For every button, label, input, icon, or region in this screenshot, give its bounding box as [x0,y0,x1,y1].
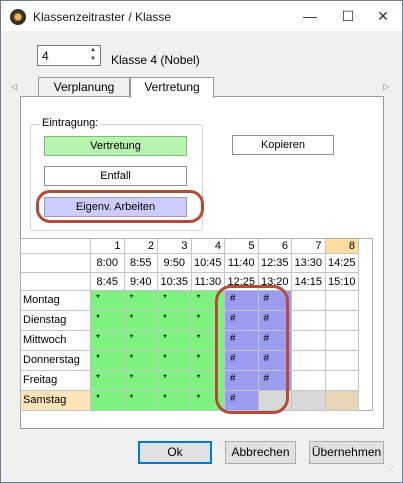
period-end-8[interactable]: 15:10 [325,273,359,291]
spin-up-icon[interactable]: ▲ [86,46,100,55]
timetable-cell[interactable]: * [91,291,125,311]
timetable-cell[interactable]: * [158,311,192,331]
timetable-cell[interactable] [292,351,326,371]
tab-scroll-left-icon[interactable]: ◁ [11,82,17,91]
timetable-cell[interactable]: * [158,391,192,411]
timetable-cell[interactable]: * [91,351,125,371]
title-bar: Klassenzeitraster / Klasse — ☐ ✕ [1,1,402,31]
period-number-7[interactable]: 7 [292,239,326,254]
window-title: Klassenzeitraster / Klasse [33,10,172,24]
timetable-cell[interactable]: * [124,311,158,331]
period-start-2[interactable]: 8:55 [124,254,158,273]
day-label-mittwoch[interactable]: Mittwoch [21,331,91,351]
day-label-donnerstag[interactable]: Donnerstag [21,351,91,371]
timetable-cell[interactable] [325,371,359,391]
class-number-value[interactable]: 4 [42,49,49,63]
timetable-cell[interactable]: * [124,391,158,411]
day-label-samstag[interactable]: Samstag [21,391,91,411]
grid-corner-cell[interactable] [21,273,91,291]
timetable-cell[interactable]: * [158,291,192,311]
day-label-dienstag[interactable]: Dienstag [21,311,91,331]
period-start-1[interactable]: 8:00 [91,254,125,273]
period-number-6[interactable]: 6 [258,239,292,254]
period-number-3[interactable]: 3 [158,239,192,254]
timetable-cell[interactable] [325,331,359,351]
timetable-cell[interactable] [292,391,326,411]
day-label-montag[interactable]: Montag [21,291,91,311]
vertretung-button[interactable]: Vertretung [44,136,187,156]
spin-arrows[interactable]: ▲ ▼ [86,46,100,65]
class-label: Klasse 4 (Nobel) [111,53,200,67]
period-end-2[interactable]: 9:40 [124,273,158,291]
period-start-7[interactable]: 13:30 [292,254,326,273]
eintragung-label: Eintragung: [40,117,101,129]
timetable-cell[interactable]: * [91,391,125,411]
tab-vertretung[interactable]: Vertretung [130,77,214,98]
timetable-cell[interactable]: * [124,331,158,351]
maximize-button[interactable]: ☐ [331,1,365,31]
entfall-button[interactable]: Entfall [44,166,187,186]
period-end-3[interactable]: 10:35 [158,273,192,291]
period-end-1[interactable]: 8:45 [91,273,125,291]
period-number-2[interactable]: 2 [124,239,158,254]
timetable-cell[interactable] [292,371,326,391]
timetable-cell[interactable] [292,331,326,351]
timetable-cell[interactable] [325,351,359,371]
timetable-cell[interactable]: * [158,331,192,351]
grid-corner-cell[interactable] [21,254,91,273]
period-number-8[interactable]: 8 [325,239,359,254]
resize-grip-icon[interactable]: ⋰ [386,465,394,474]
period-start-5[interactable]: 11:40 [225,254,259,273]
timetable-cell[interactable] [292,291,326,311]
uebernehmen-button[interactable]: Übernehmen [309,441,384,464]
highlight-oval-button [36,190,204,223]
period-number-1[interactable]: 1 [91,239,125,254]
timetable-cell[interactable] [325,391,359,411]
timetable-cell[interactable]: * [91,331,125,351]
timetable-cell[interactable]: * [124,291,158,311]
period-start-3[interactable]: 9:50 [158,254,192,273]
timetable-cell[interactable] [325,311,359,331]
timetable-cell[interactable]: * [91,371,125,391]
period-start-6[interactable]: 12:35 [258,254,292,273]
class-number-spinbox[interactable]: 4 ▲ ▼ [37,45,101,66]
ok-button[interactable]: Ok [138,441,212,464]
grid-corner-cell[interactable] [21,239,91,254]
period-number-4[interactable]: 4 [191,239,225,254]
timetable-cell[interactable]: * [158,371,192,391]
timetable-cell[interactable]: * [124,371,158,391]
timetable-cell[interactable]: * [91,311,125,331]
timetable-cell[interactable]: * [158,351,192,371]
timetable-cell[interactable]: * [124,351,158,371]
dialog-client: 4 ▲ ▼ Klasse 4 (Nobel) ◁ ▷ Verplanung Ve… [9,31,396,476]
tab-verplanung[interactable]: Verplanung [38,77,130,97]
kopieren-button[interactable]: Kopieren [232,135,334,155]
timetable-cell[interactable] [325,291,359,311]
timetable-cell[interactable] [292,311,326,331]
period-number-5[interactable]: 5 [225,239,259,254]
abbrechen-button[interactable]: Abbrechen [225,441,296,464]
period-start-8[interactable]: 14:25 [325,254,359,273]
spin-down-icon[interactable]: ▼ [86,55,100,64]
tab-scroll-right-icon[interactable]: ▷ [383,82,389,91]
close-button[interactable]: ✕ [366,1,400,31]
minimize-button[interactable]: — [293,1,327,31]
highlight-oval-grid [215,285,289,414]
period-start-4[interactable]: 10:45 [191,254,225,273]
day-label-freitag[interactable]: Freitag [21,371,91,391]
timetable-grid: 1 8:00 8:45 2 8:55 9:40 3 9:50 10:35 4 10:45 11:30 5… [20,238,373,411]
dialog-window: Klassenzeitraster / Klasse — ☐ ✕ 4 ▲ ▼ K… [0,0,403,483]
period-end-7[interactable]: 14:15 [292,273,326,291]
app-icon [10,9,26,25]
